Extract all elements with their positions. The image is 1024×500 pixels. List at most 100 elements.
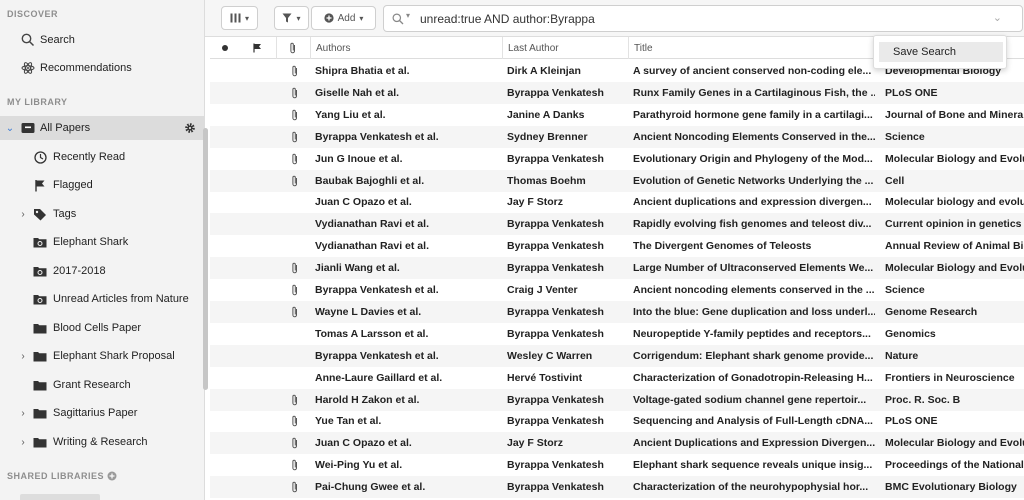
- table-row[interactable]: Giselle Nah et al. Byrappa Venkatesh Runx …: [210, 81, 1024, 104]
- authors-cell: Pai-Chung Gwee et al.: [315, 481, 426, 494]
- sidebar-item-2017-2018[interactable]: 2017-2018: [0, 259, 204, 283]
- title-column-header[interactable]: Title: [628, 37, 880, 59]
- sidebar-item-blood-cells[interactable]: Blood Cells Paper: [0, 316, 204, 340]
- table-row[interactable]: Pai-Chung Gwee et al. Byrappa Venkatesh Ch…: [210, 476, 1024, 499]
- sidebar-item-unread-nature[interactable]: Unread Articles from Nature: [0, 287, 204, 311]
- table-row[interactable]: Juan C Opazo et al. Jay F Storz Ancient du…: [210, 191, 1024, 213]
- sidebar-item-writing-research[interactable]: › Writing & Research: [0, 430, 204, 454]
- add-button[interactable]: Add ▾: [311, 6, 376, 30]
- paperclip-icon[interactable]: [290, 153, 300, 165]
- chevron-down-icon[interactable]: ⌄: [993, 11, 1002, 24]
- paperclip-icon[interactable]: [290, 87, 300, 99]
- sidebar-item-tags[interactable]: › Tags: [0, 202, 204, 226]
- attachment-column-header[interactable]: [276, 37, 309, 59]
- paperclip-icon[interactable]: [290, 306, 300, 318]
- paperclip-icon[interactable]: [290, 262, 300, 274]
- title-cell: Into the blue: Gene duplication and loss…: [633, 305, 875, 318]
- sidebar-item-elephant-shark-proposal[interactable]: › Elephant Shark Proposal: [0, 344, 204, 368]
- paperclip-icon[interactable]: [290, 109, 300, 121]
- paperclip-icon[interactable]: [290, 131, 300, 143]
- table-row[interactable]: Byrappa Venkatesh et al. Sydney Brenner An…: [210, 125, 1024, 148]
- chevron-right-icon[interactable]: ›: [18, 209, 28, 220]
- paperclip-icon[interactable]: [290, 175, 300, 187]
- paperclip-icon[interactable]: [290, 394, 300, 406]
- table-row[interactable]: Byrappa Venkatesh et al. Wesley C Warren C…: [210, 344, 1024, 367]
- table-row[interactable]: Wei-Ping Yu et al. Byrappa Venkatesh Eleph…: [210, 454, 1024, 476]
- paperclip-icon: [289, 42, 297, 54]
- sidebar-scrollbar[interactable]: [203, 128, 208, 390]
- chevron-down-icon[interactable]: ⌄: [5, 123, 15, 134]
- smart-folder-icon: [32, 291, 48, 307]
- table-row[interactable]: Jun G Inoue et al. Byrappa Venkatesh Evolu…: [210, 148, 1024, 170]
- sidebar-item-flagged[interactable]: Flagged: [0, 173, 204, 197]
- journal-cell: Science: [885, 130, 925, 143]
- chevron-down-icon: ▾: [244, 13, 249, 23]
- sidebar-item-elephant-shark[interactable]: Elephant Shark: [0, 230, 204, 254]
- library-header: MY LIBRARY: [7, 97, 68, 107]
- last-author-cell: Byrappa Venkatesh: [507, 327, 604, 340]
- search-icon: [20, 32, 36, 48]
- last-author-cell: Byrappa Venkatesh: [507, 393, 604, 406]
- table-row[interactable]: Jianli Wang et al. Byrappa Venkatesh Large…: [210, 257, 1024, 280]
- paperclip-icon[interactable]: [290, 459, 300, 471]
- authors-cell: Vydianathan Ravi et al.: [315, 218, 429, 231]
- save-search-button[interactable]: Save Search: [879, 42, 1003, 62]
- sidebar-item-label: All Papers: [40, 122, 91, 134]
- title-cell: Corrigendum: Elephant shark genome provi…: [633, 349, 874, 362]
- flag-column-header[interactable]: [240, 37, 275, 59]
- shared-library-item-partial: [20, 494, 100, 500]
- gear-icon[interactable]: [183, 121, 197, 135]
- sidebar-item-label: Elephant Shark Proposal: [53, 350, 175, 362]
- last-author-cell: Byrappa Venkatesh: [507, 262, 604, 275]
- table-row[interactable]: Vydianathan Ravi et al. Byrappa Venkatesh…: [210, 213, 1024, 236]
- sidebar-item-recently-read[interactable]: Recently Read: [0, 145, 204, 169]
- title-cell: A survey of ancient conserved non-coding…: [633, 65, 872, 77]
- title-cell: Runx Family Genes in a Cartilaginous Fis…: [633, 86, 875, 99]
- authors-column-header[interactable]: Authors: [310, 37, 502, 59]
- paperclip-icon[interactable]: [290, 284, 300, 296]
- table-row[interactable]: Yue Tan et al. Byrappa Venkatesh Sequencin…: [210, 410, 1024, 432]
- folder-icon: [32, 377, 48, 393]
- clock-icon: [32, 149, 48, 165]
- table-row[interactable]: Harold H Zakon et al. Byrappa Venkatesh Vo…: [210, 388, 1024, 411]
- paperclip-icon[interactable]: [290, 481, 300, 493]
- table-row[interactable]: Baubak Bajoghli et al. Thomas Boehm Evolut…: [210, 169, 1024, 192]
- authors-cell: Jun G Inoue et al.: [315, 152, 403, 165]
- sidebar-item-sagittarius-paper[interactable]: › Sagittarius Paper: [0, 401, 204, 425]
- chevron-down-icon[interactable]: ▾: [406, 11, 410, 20]
- sidebar-item-all-papers[interactable]: ⌄ All Papers: [0, 116, 204, 140]
- authors-cell: Shipra Bhatia et al.: [315, 65, 410, 77]
- last-author-column-header[interactable]: Last Author: [502, 37, 628, 59]
- sidebar-item-search[interactable]: Search: [0, 28, 204, 52]
- paperclip-icon[interactable]: [290, 65, 300, 77]
- table-row[interactable]: Juan C Opazo et al. Jay F Storz Ancient Du…: [210, 432, 1024, 455]
- last-author-cell: Sydney Brenner: [507, 130, 588, 143]
- paperclip-icon[interactable]: [290, 437, 300, 449]
- toolbar: ▾ ▾ Add ▾ ▾ unread:true AND author:Byrap…: [205, 0, 1024, 37]
- filter-button[interactable]: ▾: [274, 6, 309, 30]
- table-row[interactable]: Vydianathan Ravi et al. Byrappa Venkatesh…: [210, 235, 1024, 257]
- plus-circle-icon: [323, 13, 334, 23]
- table-row[interactable]: Byrappa Venkatesh et al. Craig J Venter An…: [210, 279, 1024, 301]
- sidebar-item-label: Tags: [53, 208, 77, 220]
- table-row[interactable]: Tomas A Larsson et al. Byrappa Venkatesh N…: [210, 323, 1024, 345]
- chevron-right-icon[interactable]: ›: [18, 437, 28, 448]
- table-row[interactable]: Wayne L Davies et al. Byrappa Venkatesh In…: [210, 300, 1024, 323]
- journal-cell: Annual Review of Animal Bio: [885, 240, 1024, 253]
- chevron-right-icon[interactable]: ›: [18, 408, 28, 419]
- flag-icon: [253, 43, 262, 53]
- last-author-cell: Byrappa Venkatesh: [507, 415, 604, 428]
- chevron-right-icon[interactable]: ›: [18, 351, 28, 362]
- add-circle-icon[interactable]: [107, 471, 117, 481]
- sidebar-item-recommendations[interactable]: Recommendations: [0, 56, 204, 80]
- columns-button[interactable]: ▾: [221, 6, 258, 30]
- shared-libraries-header: SHARED LIBRARIES: [7, 471, 117, 481]
- search-icon: [392, 13, 404, 25]
- sidebar-item-grant-research[interactable]: Grant Research: [0, 373, 204, 397]
- unread-column-header[interactable]: [210, 37, 240, 59]
- table-row[interactable]: Anne-Laure Gaillard et al. Hervé Tostivin…: [210, 367, 1024, 389]
- smart-folder-icon: [32, 263, 48, 279]
- paperclip-icon[interactable]: [290, 415, 300, 427]
- search-input[interactable]: ▾ unread:true AND author:Byrappa ⌄: [383, 5, 1023, 32]
- table-row[interactable]: Yang Liu et al. Janine A Danks Parathyroid…: [210, 104, 1024, 126]
